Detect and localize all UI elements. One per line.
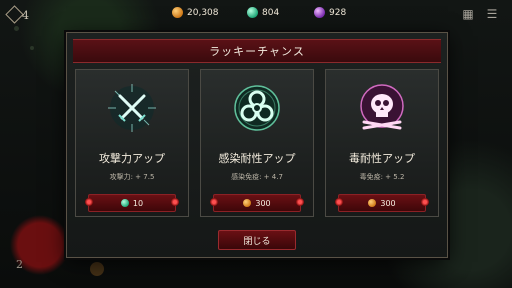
crossed-swords-icon xyxy=(106,82,158,134)
card-stat: 毒免疫: + 5.2 xyxy=(359,173,405,181)
skull-crossbones-icon xyxy=(356,82,408,134)
price-label: 300 xyxy=(255,198,271,208)
gem-icon xyxy=(120,199,129,207)
bottom-left-number: 2 xyxy=(16,258,23,271)
close-button[interactable]: 閉じる xyxy=(218,230,296,250)
card-title: 毒耐性アップ xyxy=(349,152,415,165)
button-cap-right xyxy=(171,198,179,206)
gem-value: 804 xyxy=(262,7,280,18)
button-cap-left xyxy=(335,198,343,206)
level-number: 4 xyxy=(22,9,29,22)
background-item xyxy=(90,262,104,276)
card-title: 感染耐性アップ xyxy=(218,152,296,165)
card-stat: 感染免疫: + 4.7 xyxy=(231,173,283,181)
poison-resist-card[interactable]: 毒耐性アップ 毒免疫: + 5.2 300 xyxy=(325,69,439,217)
lucky-chance-dialog: ラッキーチャンス 攻撃力アップ 攻撃力: + 7.5 10 感染耐性アップ 感染… xyxy=(66,32,448,258)
button-cap-right xyxy=(421,198,429,206)
buy-infection-resist-button[interactable]: 300 xyxy=(210,194,304,212)
attack-up-card[interactable]: 攻撃力アップ 攻撃力: + 7.5 10 xyxy=(75,69,189,217)
dialog-title: ラッキーチャンス xyxy=(209,45,305,58)
button-cap-left xyxy=(85,198,93,206)
gold-resource: 20,308 xyxy=(172,7,219,18)
buy-poison-resist-button[interactable]: 300 xyxy=(335,194,429,212)
inventory-icon[interactable]: ▦ xyxy=(462,8,474,20)
background-speck xyxy=(30,46,34,50)
gold-coin-icon xyxy=(368,199,377,207)
infection-resist-card[interactable]: 感染耐性アップ 感染免疫: + 4.7 300 xyxy=(200,69,314,217)
price-label: 10 xyxy=(132,198,144,208)
gold-coin-icon xyxy=(172,7,183,18)
background-speck xyxy=(14,26,19,31)
dialog-title-bar: ラッキーチャンス xyxy=(73,39,441,63)
price-label: 300 xyxy=(380,198,396,208)
buy-attack-up-button[interactable]: 10 xyxy=(85,194,179,212)
purple-value: 928 xyxy=(329,7,347,18)
gem-resource: 804 xyxy=(247,7,279,18)
gem-icon xyxy=(247,7,258,18)
button-cap-right xyxy=(296,198,304,206)
gold-coin-icon xyxy=(243,199,252,207)
gold-value: 20,308 xyxy=(187,7,219,18)
card-stat: 攻撃力: + 7.5 xyxy=(109,173,155,181)
button-cap-left xyxy=(210,198,218,206)
menu-icon[interactable]: ☰ xyxy=(486,8,498,20)
purple-resource: 928 xyxy=(314,7,346,18)
biohazard-icon xyxy=(231,82,283,134)
close-button-label: 閉じる xyxy=(243,236,271,247)
purple-orb-icon xyxy=(314,7,325,18)
card-title: 攻撃力アップ xyxy=(99,152,165,165)
